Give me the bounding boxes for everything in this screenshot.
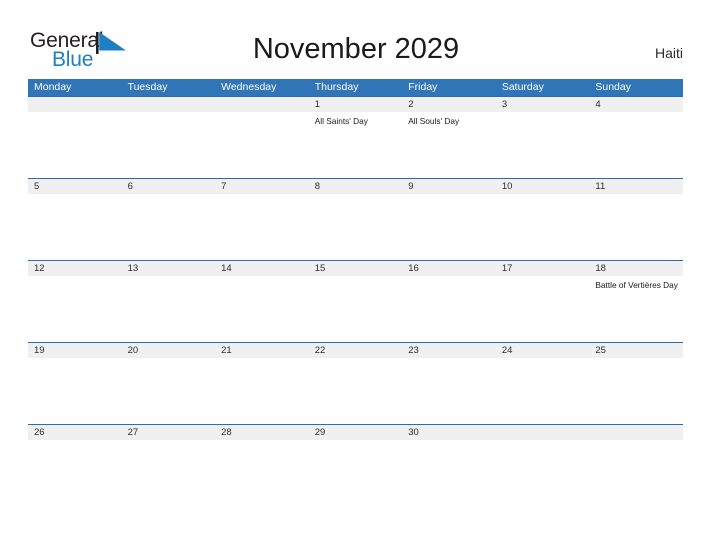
day-event-band — [28, 440, 683, 506]
day-event: All Saints' Day — [314, 116, 368, 126]
day-number[interactable] — [122, 97, 216, 112]
day-number[interactable]: 22 — [309, 343, 403, 358]
day-number[interactable]: 16 — [402, 261, 496, 276]
day-event — [589, 440, 683, 506]
day-number[interactable]: 5 — [28, 179, 122, 194]
page-title: November 2029 — [252, 33, 460, 65]
day-number[interactable]: 7 — [215, 179, 309, 194]
day-event — [496, 358, 590, 424]
day-number-band: 12 13 14 15 16 17 18 — [28, 261, 683, 276]
day-event — [122, 194, 216, 260]
weekday-header-saturday: Saturday — [501, 81, 544, 93]
day-number[interactable]: 19 — [28, 343, 122, 358]
day-event — [309, 358, 403, 424]
day-event — [28, 440, 122, 506]
weekday-header-monday: Monday — [34, 81, 72, 93]
day-number[interactable]: 26 — [28, 425, 122, 440]
page-header: General Blue November 2029 Haiti — [0, 0, 712, 79]
day-number[interactable]: 23 — [402, 343, 496, 358]
day-event — [309, 440, 403, 506]
day-event — [402, 440, 496, 506]
day-event — [28, 276, 122, 342]
day-event — [215, 112, 309, 178]
day-number[interactable]: 28 — [215, 425, 309, 440]
day-number[interactable]: 15 — [309, 261, 403, 276]
day-event — [28, 112, 122, 178]
day-number[interactable]: 1 — [309, 97, 403, 112]
day-event — [215, 440, 309, 506]
calendar-week-row: 19 20 21 22 23 24 25 — [28, 342, 683, 424]
day-number[interactable]: 17 — [496, 261, 590, 276]
day-event: Battle of Vertières Day — [595, 280, 678, 290]
day-event — [309, 276, 403, 342]
day-number[interactable]: 13 — [122, 261, 216, 276]
day-number[interactable]: 14 — [215, 261, 309, 276]
calendar-week-row: 26 27 28 29 30 — [28, 424, 683, 506]
day-event — [402, 194, 496, 260]
day-number[interactable]: 2 — [402, 97, 496, 112]
day-number[interactable]: 6 — [122, 179, 216, 194]
weekday-header-thursday: Thursday — [314, 81, 359, 93]
day-event — [496, 440, 590, 506]
day-event — [215, 358, 309, 424]
day-number[interactable]: 8 — [309, 179, 403, 194]
day-number-band: 5 6 7 8 9 10 11 — [28, 179, 683, 194]
day-number[interactable]: 11 — [589, 179, 683, 194]
weekday-header-row: Monday Tuesday Wednesday Thursday Friday… — [28, 79, 683, 96]
day-number[interactable]: 27 — [122, 425, 216, 440]
day-event — [402, 358, 496, 424]
day-event — [496, 194, 590, 260]
day-event — [589, 358, 683, 424]
calendar-week-row: 12 13 14 15 16 17 18 Battle of Vertières… — [28, 260, 683, 342]
weekday-header-friday: Friday — [408, 81, 438, 93]
day-number[interactable]: 10 — [496, 179, 590, 194]
day-event — [309, 194, 403, 260]
day-number[interactable] — [28, 97, 122, 112]
day-event — [122, 112, 216, 178]
day-number[interactable]: 24 — [496, 343, 590, 358]
day-number[interactable] — [215, 97, 309, 112]
day-number-band: 26 27 28 29 30 — [28, 425, 683, 440]
day-number[interactable]: 21 — [215, 343, 309, 358]
weekday-header-sunday: Sunday — [595, 81, 631, 93]
day-event — [496, 112, 590, 178]
day-number-band: 1 2 3 4 — [28, 97, 683, 112]
day-event — [496, 276, 590, 342]
day-event — [122, 440, 216, 506]
day-event — [122, 358, 216, 424]
day-number[interactable]: 25 — [589, 343, 683, 358]
day-number[interactable]: 9 — [402, 179, 496, 194]
day-event — [215, 276, 309, 342]
day-event-band — [28, 194, 683, 260]
day-number[interactable]: 12 — [28, 261, 122, 276]
day-number[interactable] — [589, 425, 683, 440]
day-event — [589, 112, 683, 178]
weekday-header-wednesday: Wednesday — [221, 81, 277, 93]
day-event-band: Battle of Vertières Day — [28, 276, 683, 342]
day-event — [589, 194, 683, 260]
calendar-grid: Monday Tuesday Wednesday Thursday Friday… — [28, 79, 683, 506]
day-event-band: All Saints' Day All Souls' Day — [28, 112, 683, 178]
day-number[interactable]: 29 — [309, 425, 403, 440]
day-number[interactable]: 18 — [589, 261, 683, 276]
day-event — [215, 194, 309, 260]
day-number[interactable]: 30 — [402, 425, 496, 440]
day-event: All Souls' Day — [408, 116, 460, 126]
day-event — [28, 194, 122, 260]
calendar-week-row: 5 6 7 8 9 10 11 — [28, 178, 683, 260]
day-number-band: 19 20 21 22 23 24 25 — [28, 343, 683, 358]
day-event-band — [28, 358, 683, 424]
country-label: Haiti — [654, 45, 683, 61]
day-event — [402, 276, 496, 342]
day-number[interactable] — [496, 425, 590, 440]
day-event — [28, 358, 122, 424]
day-number[interactable]: 3 — [496, 97, 590, 112]
day-number[interactable]: 20 — [122, 343, 216, 358]
weekday-header-tuesday: Tuesday — [127, 81, 168, 93]
day-event — [122, 276, 216, 342]
day-number[interactable]: 4 — [589, 97, 683, 112]
calendar-week-row: 1 2 3 4 All Saints' Day All Souls' Day — [28, 96, 683, 178]
